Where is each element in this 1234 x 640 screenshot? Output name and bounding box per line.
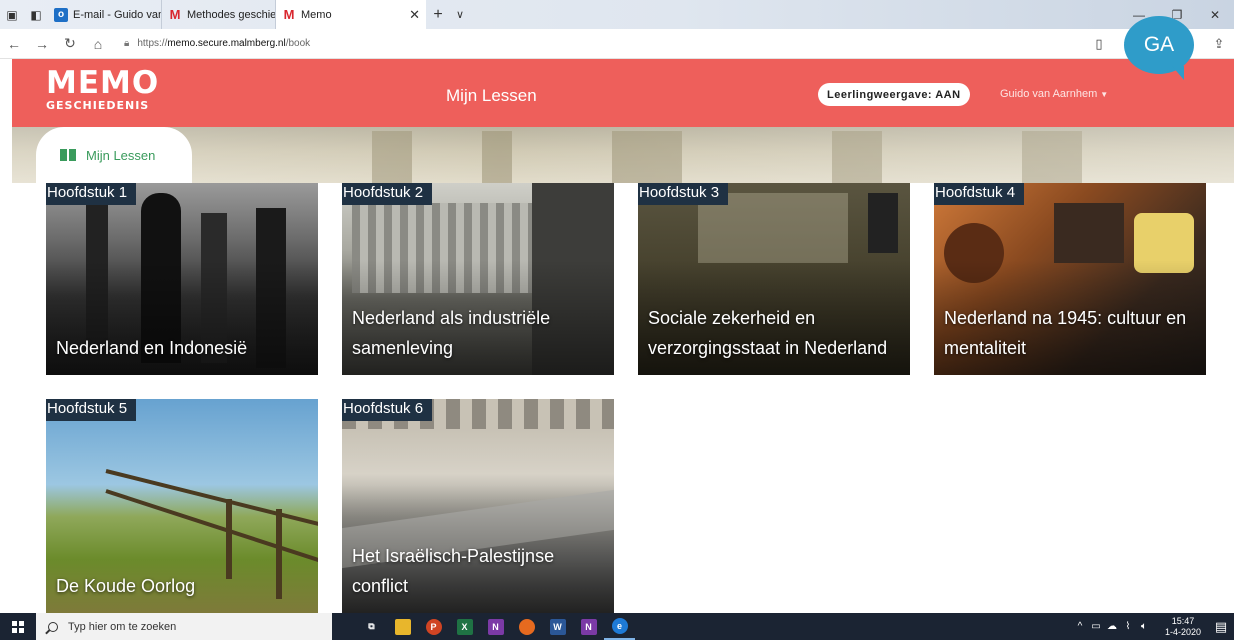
chapter-chip: Hoofdstuk 5 bbox=[46, 399, 137, 421]
banner-haze bbox=[12, 127, 1234, 183]
avatar[interactable]: GA bbox=[1124, 16, 1194, 80]
url-path: /book bbox=[285, 38, 311, 49]
firefox-icon[interactable] bbox=[511, 613, 542, 640]
close-tab-icon[interactable]: ✕ bbox=[409, 7, 420, 23]
url-field[interactable]: 🔒︎ https://memo.secure.malmberg.nl/book bbox=[124, 38, 310, 49]
clock-date: 1-4-2020 bbox=[1164, 626, 1202, 637]
student-view-toggle[interactable]: Leerlingweergave: AAN bbox=[818, 83, 970, 106]
book-icon bbox=[60, 149, 76, 161]
windows-taskbar: Typ hier om te zoeken ⧉ P X N W N e ^ ▭ … bbox=[0, 613, 1234, 640]
onenote-icon-2[interactable]: N bbox=[573, 613, 604, 640]
user-name: Guido van Aarnhem bbox=[1000, 88, 1098, 100]
browser-tab-memo[interactable]: M Memo ✕ bbox=[276, 0, 426, 29]
notifications-icon[interactable]: ▤ bbox=[1208, 619, 1234, 635]
powerpoint-icon[interactable]: P bbox=[418, 613, 449, 640]
tab-label: E-mail - Guido van Aarnhen bbox=[73, 8, 161, 21]
excel-icon[interactable]: X bbox=[449, 613, 480, 640]
chevron-down-icon: ▼ bbox=[1100, 90, 1109, 99]
search-icon bbox=[48, 621, 58, 632]
clock[interactable]: 15:47 1-4-2020 bbox=[1158, 616, 1208, 638]
page-title: Mijn Lessen bbox=[446, 86, 537, 105]
chapter-card-3[interactable]: Hoofdstuk 3 Sociale zekerheid en verzorg… bbox=[638, 183, 910, 375]
taskbar-search[interactable]: Typ hier om te zoeken bbox=[36, 613, 332, 640]
lock-icon: 🔒︎ bbox=[124, 38, 130, 49]
chevron-up-icon[interactable]: ^ bbox=[1072, 621, 1088, 632]
refresh-icon[interactable]: ↻ bbox=[56, 29, 84, 59]
fence-post bbox=[226, 499, 232, 579]
fence-wire bbox=[105, 469, 318, 527]
chapter-title: Het Israëlisch-Palestijnse conflict bbox=[352, 546, 555, 596]
new-tab-icon[interactable]: + bbox=[426, 6, 450, 24]
tab-label: Methodes geschiedenis voc bbox=[187, 8, 276, 21]
chapter-title: Sociale zekerheid en verzorgingsstaat in… bbox=[648, 308, 888, 358]
home-icon[interactable]: ⌂ bbox=[84, 29, 112, 59]
url-domain: memo.secure.malmberg.nl bbox=[167, 38, 286, 49]
task-view-icon[interactable]: ⧉ bbox=[356, 613, 387, 640]
windows-logo-icon bbox=[12, 620, 24, 633]
chapter-card-5[interactable]: Hoofdstuk 5 De Koude Oorlog bbox=[46, 399, 318, 613]
user-menu[interactable]: Guido van Aarnhem ▼ bbox=[1000, 88, 1108, 100]
window-shape bbox=[868, 193, 898, 253]
tab-mijn-lessen[interactable]: Mijn Lessen bbox=[36, 127, 192, 183]
forward-icon[interactable]: → bbox=[28, 29, 56, 59]
system-tray: ^ ▭ ☁ ⌇ 🔈︎ 15:47 1-4-2020 ▤ bbox=[1072, 613, 1234, 640]
address-bar: ← → ↻ ⌂ 🔒︎ https://memo.secure.malmberg.… bbox=[0, 29, 1234, 59]
share-icon[interactable]: ⇪ bbox=[1204, 36, 1234, 52]
edge-icon[interactable]: e bbox=[604, 613, 635, 640]
url-prefix: https:// bbox=[137, 38, 168, 49]
back-icon[interactable]: ← bbox=[0, 29, 28, 59]
file-explorer-icon[interactable] bbox=[387, 613, 418, 640]
taskbar-apps: ⧉ P X N W N e bbox=[356, 613, 635, 640]
hero-banner: Mijn Lessen bbox=[12, 127, 1234, 183]
word-icon[interactable]: W bbox=[542, 613, 573, 640]
logo-sub-text: GESCHIEDENIS bbox=[46, 99, 150, 112]
malmberg-icon: M bbox=[169, 7, 181, 22]
browser-tab-email[interactable]: o E-mail - Guido van Aarnhen bbox=[48, 0, 162, 29]
chapter-chip: Hoofdstuk 6 bbox=[342, 399, 433, 421]
chapter-chip: Hoofdstuk 2 bbox=[342, 183, 433, 205]
chapter-title: Nederland en Indonesië bbox=[56, 338, 248, 358]
onenote-icon[interactable]: N bbox=[480, 613, 511, 640]
tab-actions-icon[interactable]: ▣ bbox=[0, 0, 24, 29]
chapter-chip: Hoofdstuk 3 bbox=[638, 183, 729, 205]
fence-wire bbox=[105, 489, 318, 564]
chapter-chip: Hoofdstuk 4 bbox=[934, 183, 1025, 205]
site-header: MEMO GESCHIEDENIS Mijn Lessen Leerlingwe… bbox=[12, 59, 1234, 127]
tab-mijn-lessen-label: Mijn Lessen bbox=[86, 147, 156, 163]
search-placeholder: Typ hier om te zoeken bbox=[68, 620, 177, 633]
logo-main-text: MEMO bbox=[46, 65, 160, 101]
browser-tab-bar: ▣ ◧ o E-mail - Guido van Aarnhen M Metho… bbox=[0, 0, 1234, 29]
chapter-title: Nederland als industriële samenleving bbox=[352, 308, 551, 358]
chapter-card-2[interactable]: Hoofdstuk 2 Nederland als industriële sa… bbox=[342, 183, 614, 375]
close-window-icon[interactable]: ✕ bbox=[1196, 0, 1234, 29]
rider-silhouette bbox=[1054, 203, 1124, 263]
volume-icon[interactable]: 🔈︎ bbox=[1136, 621, 1152, 632]
tab-label: Memo bbox=[301, 8, 332, 21]
reading-view-icon[interactable]: ▯ bbox=[1084, 36, 1114, 52]
chapter-card-6[interactable]: Hoofdstuk 6 Het Israëlisch-Palestijnse c… bbox=[342, 399, 614, 613]
memo-logo[interactable]: MEMO GESCHIEDENIS bbox=[46, 67, 159, 112]
browser-tab-methodes[interactable]: M Methodes geschiedenis voc bbox=[162, 0, 276, 29]
battery-icon[interactable]: ▭ bbox=[1088, 621, 1104, 632]
wifi-icon[interactable]: ⌇ bbox=[1120, 621, 1136, 632]
chapter-card-1[interactable]: Hoofdstuk 1 Nederland en Indonesië bbox=[46, 183, 318, 375]
tab-preview-chevron-icon[interactable]: ∨ bbox=[450, 8, 470, 21]
clock-time: 15:47 bbox=[1171, 615, 1195, 626]
malmberg-icon: M bbox=[283, 7, 295, 22]
onedrive-icon[interactable]: ☁ bbox=[1104, 621, 1120, 632]
start-button[interactable] bbox=[0, 613, 36, 640]
chapter-card-4[interactable]: Hoofdstuk 4 Nederland na 1945: cultuur e… bbox=[934, 183, 1206, 375]
set-aside-tabs-icon[interactable]: ◧ bbox=[24, 0, 48, 29]
chapter-title: Nederland na 1945: cultuur en mentalitei… bbox=[944, 308, 1187, 358]
chapter-chip: Hoofdstuk 1 bbox=[46, 183, 137, 205]
outlook-icon: o bbox=[54, 7, 68, 22]
chapter-title: De Koude Oorlog bbox=[56, 576, 196, 596]
